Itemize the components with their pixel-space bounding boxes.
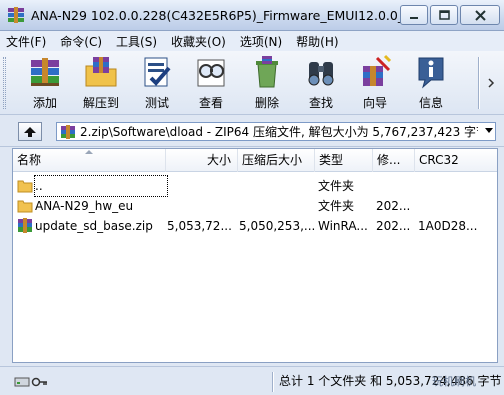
wizard-button[interactable]: 向导: [346, 53, 404, 113]
view-label: 查看: [198, 96, 223, 110]
column-header-row: 名称 大小 压缩后大小 类型 修... CRC32: [13, 149, 497, 172]
close-icon: [474, 9, 486, 21]
drive-icon[interactable]: [14, 377, 30, 387]
sort-ascending-icon: [85, 150, 93, 154]
menu-tools[interactable]: 工具(S): [116, 33, 157, 50]
view-icon: [191, 53, 231, 91]
minimize-button[interactable]: [400, 5, 428, 25]
info-label: 信息: [418, 96, 443, 110]
find-label: 查找: [308, 96, 333, 110]
up-folder-button[interactable]: [18, 122, 42, 141]
extract-to-label: 解压到: [82, 96, 119, 110]
table-row[interactable]: .. 文件夹: [13, 175, 497, 197]
test-label: 测试: [144, 96, 169, 110]
table-row[interactable]: update_sd_base.zip 5,053,72... 5,050,253…: [13, 216, 497, 236]
watermark: 玩机刷机: [432, 375, 476, 388]
menu-file[interactable]: 文件(F): [6, 33, 46, 50]
file-type: WinRA...: [318, 219, 368, 233]
test-icon: [137, 53, 177, 91]
wizard-label: 向导: [362, 96, 387, 110]
info-button[interactable]: 信息: [402, 53, 460, 113]
chevron-right-icon: [488, 78, 495, 88]
add-label: 添加: [32, 96, 57, 110]
file-packed-size: 5,050,253,...: [239, 219, 316, 233]
title-bar: ANA-N29 102.0.0.228(C432E5R6P5)_Firmware…: [0, 0, 504, 31]
minimize-icon: [410, 17, 418, 19]
toolbar: 添加 解压到 测试 查看 删除 查找 向导 信息: [0, 51, 504, 115]
window-title: ANA-N29 102.0.0.228(C432E5R6P5)_Firmware…: [31, 7, 411, 23]
extract-to-icon: [81, 53, 121, 91]
status-icons: [14, 375, 48, 389]
status-separator: [272, 372, 274, 392]
file-crc32: 1A0D28...: [418, 219, 478, 233]
delete-label: 删除: [254, 96, 279, 110]
file-modified: 202...: [376, 199, 411, 213]
table-row[interactable]: ANA-N29_hw_eu 文件夹 202...: [13, 196, 497, 216]
zip-archive-icon: [60, 124, 76, 139]
add-button[interactable]: 添加: [16, 53, 74, 113]
file-list: 名称 大小 压缩后大小 类型 修... CRC32 .. 文件夹 ANA-N29…: [12, 148, 498, 363]
arrow-up-icon: [24, 126, 36, 137]
folder-icon: [17, 198, 33, 213]
column-type[interactable]: 类型: [315, 149, 373, 172]
column-crc32[interactable]: CRC32: [415, 149, 499, 172]
delete-icon: [247, 53, 287, 91]
file-name: ..: [34, 175, 168, 197]
address-field[interactable]: 2.zip\Software\dload - ZIP64 压缩文件, 解包大小为…: [56, 122, 496, 141]
find-icon: [301, 53, 341, 91]
column-modified[interactable]: 修...: [373, 149, 415, 172]
add-archive-icon: [25, 53, 65, 91]
file-modified: 202...: [376, 219, 411, 233]
menu-options[interactable]: 选项(N): [240, 33, 282, 50]
menu-favorites[interactable]: 收藏夹(O): [171, 33, 226, 50]
address-bar: 2.zip\Software\dload - ZIP64 压缩文件, 解包大小为…: [0, 115, 504, 147]
chevron-down-icon[interactable]: [485, 128, 493, 133]
menu-bar: 文件(F) 命令(C) 工具(S) 收藏夹(O) 选项(N) 帮助(H): [0, 31, 504, 51]
info-icon: [411, 53, 451, 91]
file-name: ANA-N29_hw_eu: [35, 199, 134, 213]
file-name: update_sd_base.zip: [35, 219, 153, 233]
column-size[interactable]: 大小: [166, 149, 238, 172]
toolbar-overflow-button[interactable]: [486, 71, 498, 95]
winrar-app-icon[interactable]: [7, 6, 25, 24]
zip-archive-icon: [17, 218, 33, 233]
file-type: 文件夹: [318, 179, 355, 193]
test-button[interactable]: 测试: [128, 53, 186, 113]
delete-button[interactable]: 删除: [238, 53, 296, 113]
file-size: 5,053,72...: [167, 219, 232, 233]
view-button[interactable]: 查看: [182, 53, 240, 113]
status-bar: 总计 1 个文件夹 和 5,053,724,486 字节 玩机刷机: [0, 366, 504, 395]
folder-icon: [17, 178, 33, 193]
menu-help[interactable]: 帮助(H): [296, 33, 338, 50]
maximize-button[interactable]: [430, 5, 458, 25]
file-type: 文件夹: [318, 199, 355, 213]
close-button[interactable]: [460, 5, 500, 25]
toolbar-separator: [478, 57, 480, 109]
find-button[interactable]: 查找: [292, 53, 350, 113]
extract-to-button[interactable]: 解压到: [72, 53, 130, 113]
column-packed-size[interactable]: 压缩后大小: [238, 149, 315, 172]
menu-commands[interactable]: 命令(C): [60, 33, 102, 50]
maximize-icon: [438, 10, 450, 20]
key-icon[interactable]: [31, 377, 48, 387]
wizard-icon: [355, 53, 395, 91]
address-text: 2.zip\Software\dload - ZIP64 压缩文件, 解包大小为…: [80, 125, 478, 139]
toolbar-grip[interactable]: [3, 57, 6, 109]
